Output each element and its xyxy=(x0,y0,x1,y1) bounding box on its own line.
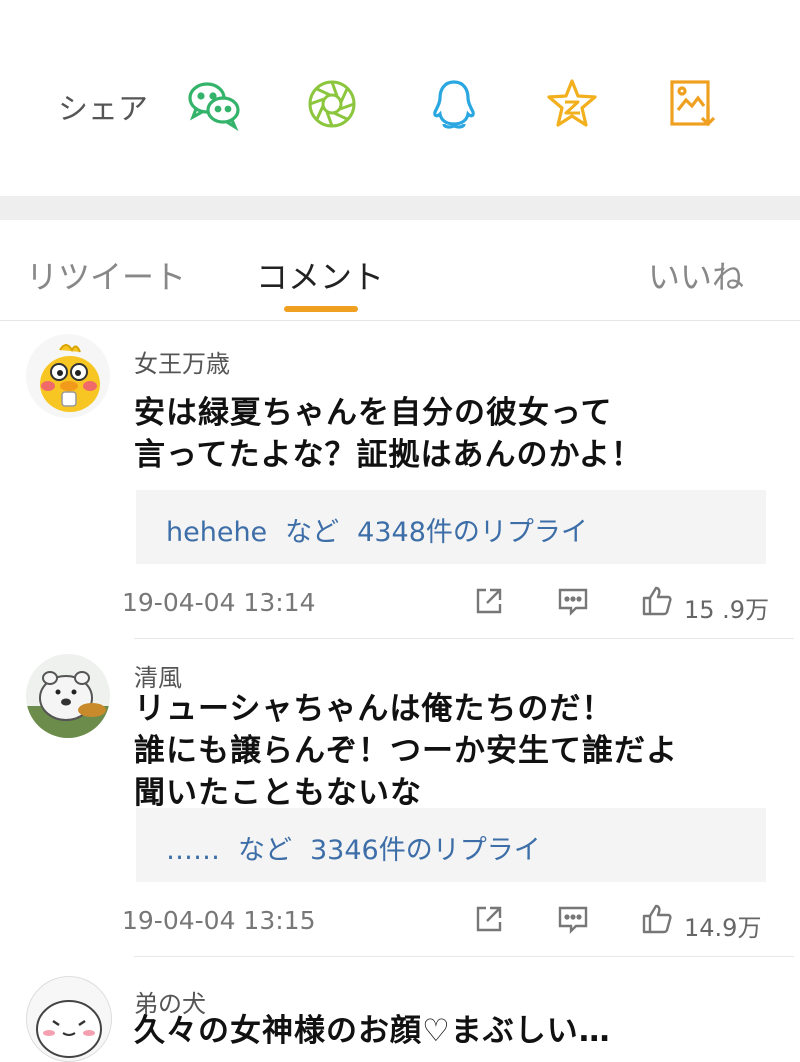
comment-meta: 19-04-04 13:14 15 .9万 xyxy=(0,582,800,624)
avatar[interactable] xyxy=(26,654,110,738)
section-divider xyxy=(0,196,800,220)
tab-comment[interactable]: コメント xyxy=(256,252,384,298)
comment-text: 安は緑夏ちゃんを自分の彼女って 言ってたよな？証拠はあんのかよ！ xyxy=(134,395,643,473)
like-count: 15 .9万 xyxy=(684,596,770,624)
share-label: シェア xyxy=(58,92,148,127)
reply-summary[interactable]: …… など 3346件のリプライ xyxy=(136,808,766,882)
username[interactable]: 女王万歳 xyxy=(134,344,230,379)
timestamp: 19-04-04 13:15 xyxy=(122,906,316,935)
tab-like[interactable]: いいね xyxy=(648,252,744,298)
reply-summary-text: hehehe など 4348件のリプライ xyxy=(166,510,588,549)
reply-count[interactable]: 4348件のリプライ xyxy=(357,517,588,548)
comment-item: 弟の犬 久々の女神様のお顔♡まぶしい… xyxy=(0,958,800,1062)
moments-icon[interactable] xyxy=(304,76,360,132)
reply-user[interactable]: …… xyxy=(166,835,220,866)
like-icon[interactable] xyxy=(640,902,674,936)
timestamp: 19-04-04 13:14 xyxy=(122,588,316,617)
avatar[interactable] xyxy=(26,976,112,1062)
reply-summary-text: …… など 3346件のリプライ xyxy=(166,828,541,867)
comment-icon[interactable] xyxy=(556,902,590,936)
active-tab-indicator xyxy=(284,306,358,312)
qzone-icon[interactable] xyxy=(544,76,600,132)
comment-item: 女王万歳 安は緑夏ちゃんを自分の彼女って 言ってたよな？証拠はあんのかよ！ he… xyxy=(0,320,800,640)
reply-user[interactable]: hehehe xyxy=(166,517,267,548)
comment-icon[interactable] xyxy=(556,584,590,618)
comment-text: リューシャちゃんは俺たちのだ！ 誰にも譲らんぞ！つーか安生て誰だよ 聞いたことも… xyxy=(134,691,678,811)
tab-retweet[interactable]: リツイート xyxy=(26,252,186,298)
save-image-icon[interactable] xyxy=(664,76,720,132)
reply-connector: など xyxy=(285,517,340,548)
wechat-icon[interactable] xyxy=(186,76,242,132)
qq-icon[interactable] xyxy=(426,76,482,132)
like-count: 14.9万 xyxy=(684,914,762,942)
repost-icon[interactable] xyxy=(472,584,506,618)
comment-text: 久々の女神様のお顔♡まぶしい… xyxy=(134,1013,611,1049)
reply-connector: など xyxy=(238,835,292,866)
comment-item: 清風 リューシャちゃんは俺たちのだ！ 誰にも譲らんぞ！つーか安生て誰だよ 聞いた… xyxy=(0,640,800,958)
comment-separator xyxy=(134,638,794,639)
avatar[interactable] xyxy=(26,334,110,418)
reply-summary[interactable]: hehehe など 4348件のリプライ xyxy=(136,490,766,564)
comment-meta: 19-04-04 13:15 14.9万 xyxy=(0,900,800,942)
share-row: シェア xyxy=(0,0,800,196)
tab-bar: リツイート コメント いいね xyxy=(0,220,800,321)
repost-icon[interactable] xyxy=(472,902,506,936)
like-icon[interactable] xyxy=(640,584,674,618)
reply-count[interactable]: 3346件のリプライ xyxy=(310,835,541,866)
comment-separator xyxy=(134,956,794,957)
